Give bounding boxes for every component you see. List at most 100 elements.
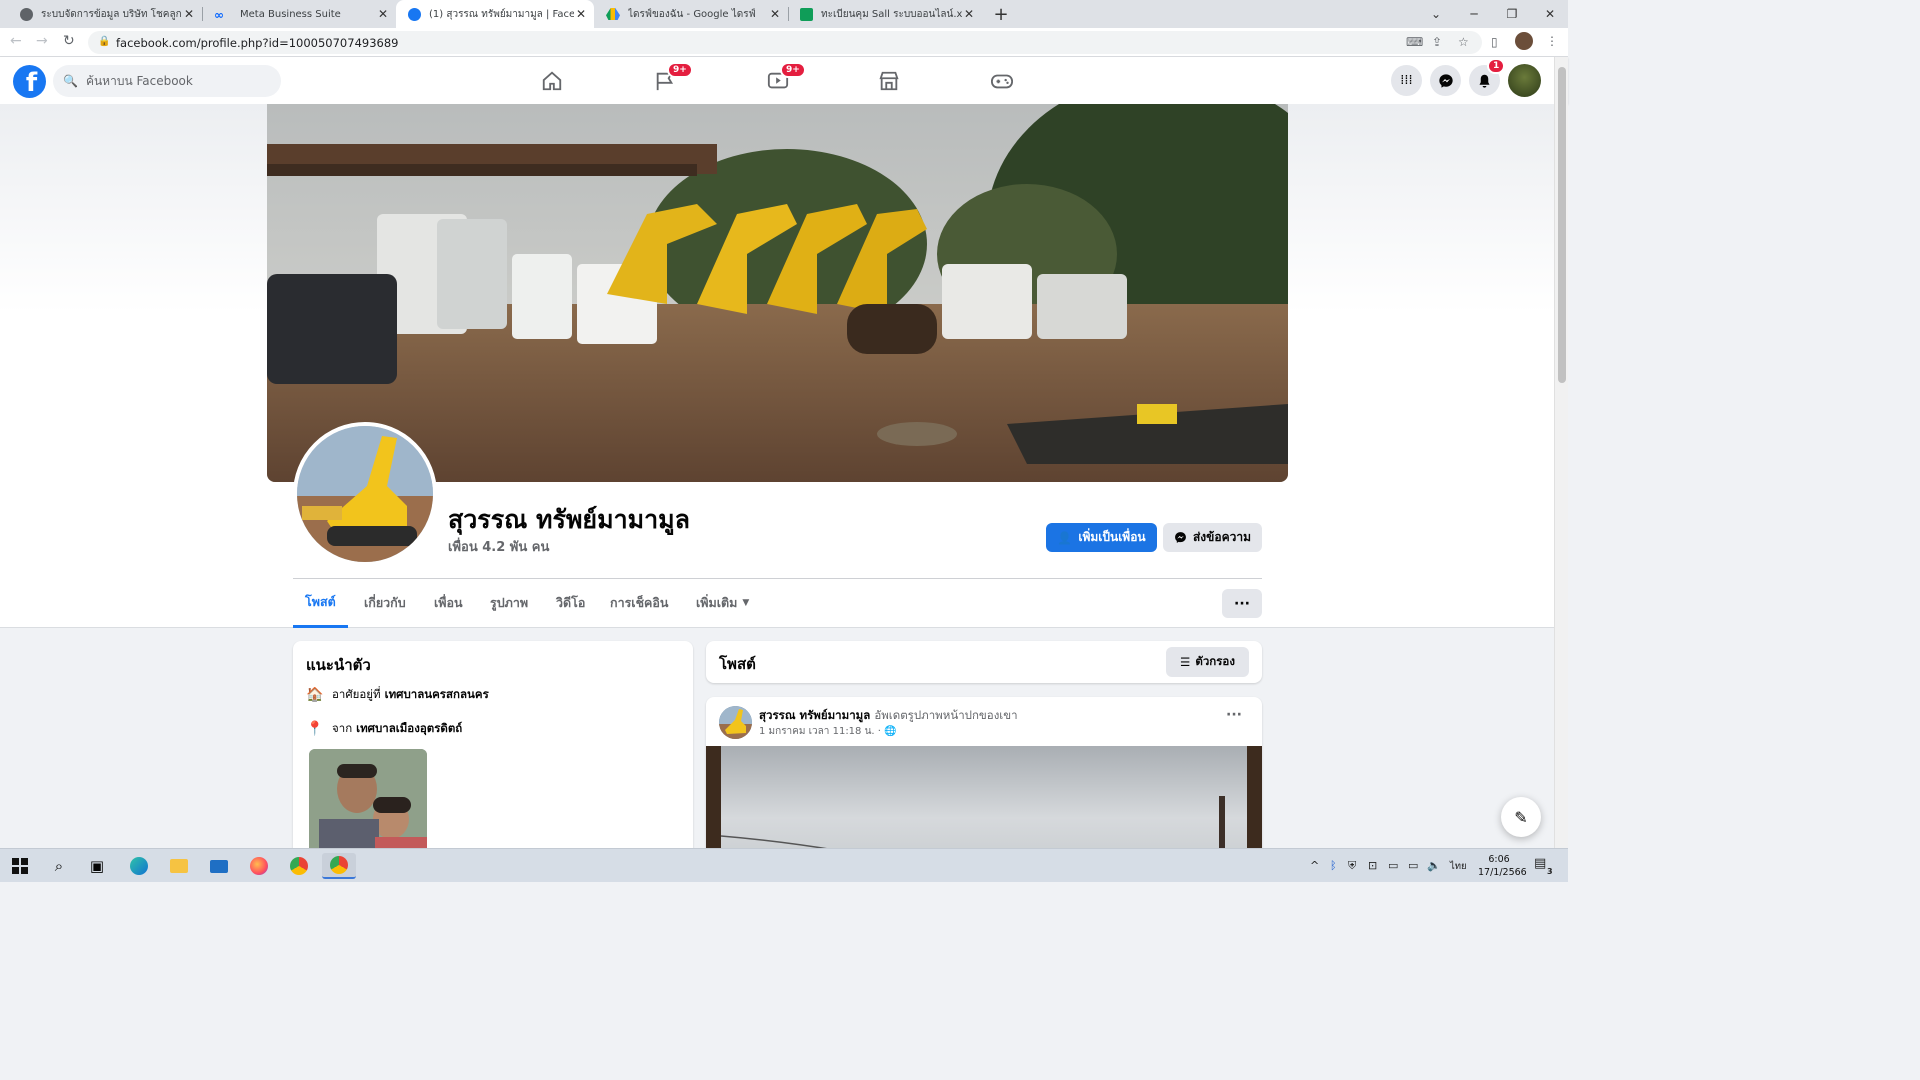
post-card: สุวรรณ ทรัพย์มามามูล อัพเดตรูปภาพหน้าปกข… [706,697,1262,862]
home-icon [542,71,562,90]
shield-icon[interactable]: ⛨ [1348,859,1356,873]
add-friend-label: เพิ่มเป็นเพื่อน [1078,530,1146,544]
nav-groups[interactable]: 9+ [625,57,705,104]
filter-sliders-icon: ☰ [1180,655,1191,669]
tray-overflow-icon[interactable]: ^ [1310,859,1319,872]
from-prefix: จาก [332,721,353,735]
action-center-icon[interactable]: ▤ [1534,856,1546,871]
tab-friends[interactable]: เพื่อน [422,578,475,628]
window-close-button[interactable]: ✕ [1531,0,1569,28]
menu-grid-button[interactable]: ⁞⁞⁞ [1391,65,1422,96]
message-button[interactable]: ส่งข้อความ [1163,523,1262,552]
tab-posts[interactable]: โพสต์ [293,578,348,628]
new-tab-button[interactable]: + [982,0,1020,28]
nav-gaming[interactable] [962,57,1042,104]
post-options-icon[interactable]: ··· [1226,707,1242,723]
tab-search-icon[interactable]: ⌄ [1417,0,1455,28]
translate-icon[interactable]: ⌨ [1406,35,1423,49]
volume-icon[interactable]: 🔈 [1427,859,1441,872]
display-icon[interactable]: ▭ [1388,859,1398,872]
filter-button[interactable]: ☰ ตัวกรอง [1166,647,1249,677]
intro-title: แนะนำตัว [306,656,371,674]
forward-icon[interactable]: → [36,33,48,49]
intro-card: แนะนำตัว 🏠 อาศัยอยู่ที่ เทศบาลนครสกลนคร … [293,641,693,861]
close-icon[interactable]: ✕ [574,7,588,21]
add-friend-icon: 👤 [1057,530,1073,545]
firefox-button[interactable] [242,853,276,879]
lives-in-row: 🏠 อาศัยอยู่ที่ เทศบาลนครสกลนคร [306,686,489,704]
messenger-button[interactable] [1430,65,1461,96]
post-author-name[interactable]: สุวรรณ ทรัพย์มามามูล [759,708,870,722]
taskbar-search-button[interactable]: ⌕ [42,853,76,879]
url-text[interactable]: facebook.com/profile.php?id=100050707493… [116,36,398,50]
input-language[interactable]: ไทย [1450,859,1467,874]
tab-about[interactable]: เกี่ยวกับ [352,578,418,628]
profile-avatar[interactable] [1515,32,1533,50]
start-button[interactable] [3,853,37,879]
browser-tab[interactable]: ทะเบียนคุม Sall ระบบออนไลน์.xlsx - G ✕ [788,0,982,28]
minimize-button[interactable]: ─ [1455,0,1493,28]
system-clock[interactable]: 6:06 17/1/2566 [1478,853,1527,879]
from-place[interactable]: เทศบาลเมืองอุตรดิตถ์ [356,720,462,738]
close-icon[interactable]: ✕ [376,7,390,21]
post-meta: 1 มกราคม เวลา 11:18 น. · 🌐 [759,724,897,739]
file-explorer-button[interactable] [162,853,196,879]
lives-in-place[interactable]: เทศบาลนครสกลนคร [385,686,489,704]
chrome-active-button[interactable] [322,853,356,879]
scrollbar-thumb[interactable] [1558,67,1566,383]
friend-count[interactable]: เพื่อน 4.2 พัน คน [448,536,549,557]
bluetooth-icon[interactable]: ᛒ [1330,859,1337,872]
kebab-menu-icon[interactable]: ⋮ [1546,34,1558,48]
bookmark-star-icon[interactable]: ☆ [1458,35,1469,49]
location-pin-icon: 📍 [306,721,324,737]
profile-header: สุวรรณ ทรัพย์มามามูล เพื่อน 4.2 พัน คน 👤… [0,104,1554,628]
tab-title: ทะเบียนคุม Sall ระบบออนไลน์.xlsx - G [821,8,962,20]
account-avatar[interactable] [1508,64,1541,97]
nav-home[interactable] [512,57,592,104]
add-friend-button[interactable]: 👤 เพิ่มเป็นเพื่อน [1046,523,1157,552]
maximize-button[interactable]: ❐ [1493,0,1531,28]
task-view-button[interactable]: ▣ [80,853,114,879]
browser-tab[interactable]: ไดรฟ์ของฉัน - Google ไดรฟ์ ✕ [594,0,788,28]
tab-photos[interactable]: รูปภาพ [478,578,540,628]
tab-checkins[interactable]: การเช็คอิน [598,578,680,628]
reload-icon[interactable]: ↻ [63,33,75,49]
more-options-button[interactable]: ··· [1222,589,1262,618]
tray-app-icon[interactable]: ⊡ [1368,859,1377,872]
browser-tab-active[interactable]: (1) สุวรรณ ทรัพย์มามามูล | Faceboo ✕ [396,0,594,28]
network-icon[interactable]: ▭ [1408,859,1418,872]
post-timestamp[interactable]: 1 มกราคม เวลา 11:18 น. · [759,726,881,737]
profile-picture-image [297,426,433,562]
mail-button[interactable] [202,853,236,879]
browser-tab[interactable]: ระบบจัดการข้อมูล บริษัท โชคลูกเดีย ✕ [8,0,202,28]
tab-more[interactable]: เพิ่มเติม ▼ [684,578,761,628]
page-scrollbar[interactable] [1554,57,1568,848]
facebook-logo[interactable]: f [13,65,46,98]
back-icon[interactable]: ← [10,33,22,49]
tab-videos[interactable]: วิดีโอ [544,578,597,628]
nav-watch[interactable]: 9+ [738,57,818,104]
google-drive-icon [606,8,620,20]
close-icon[interactable]: ✕ [768,7,782,21]
side-panel-icon[interactable]: ▯ [1491,35,1498,49]
filter-label: ตัวกรอง [1195,654,1235,668]
cover-photo[interactable] [267,104,1288,482]
close-icon[interactable]: ✕ [182,7,196,21]
post-author-avatar[interactable] [719,706,752,739]
lives-in-prefix: อาศัยอยู่ที่ [332,687,381,701]
tab-title: (1) สุวรรณ ทรัพย์มามามูล | Faceboo [429,8,574,20]
search-input[interactable]: 🔍 ค้นหาบน Facebook [53,65,281,97]
post-image[interactable] [706,746,1262,862]
share-icon[interactable]: ⇪ [1432,35,1442,49]
address-bar[interactable]: 🔒 facebook.com/profile.php?id=1000507074… [88,31,1482,54]
compose-message-button[interactable]: ✎ [1501,797,1541,837]
close-icon[interactable]: ✕ [962,7,976,21]
edge-button[interactable] [122,853,156,879]
profile-picture[interactable] [293,422,437,566]
featured-photo[interactable] [309,749,427,861]
nav-marketplace[interactable] [849,57,929,104]
browser-tab[interactable]: ∞ Meta Business Suite ✕ [202,0,396,28]
profile-name: สุวรรณ ทรัพย์มามามูล [448,505,690,534]
chrome-button[interactable] [282,853,316,879]
notifications-button[interactable]: 1 [1469,58,1506,96]
